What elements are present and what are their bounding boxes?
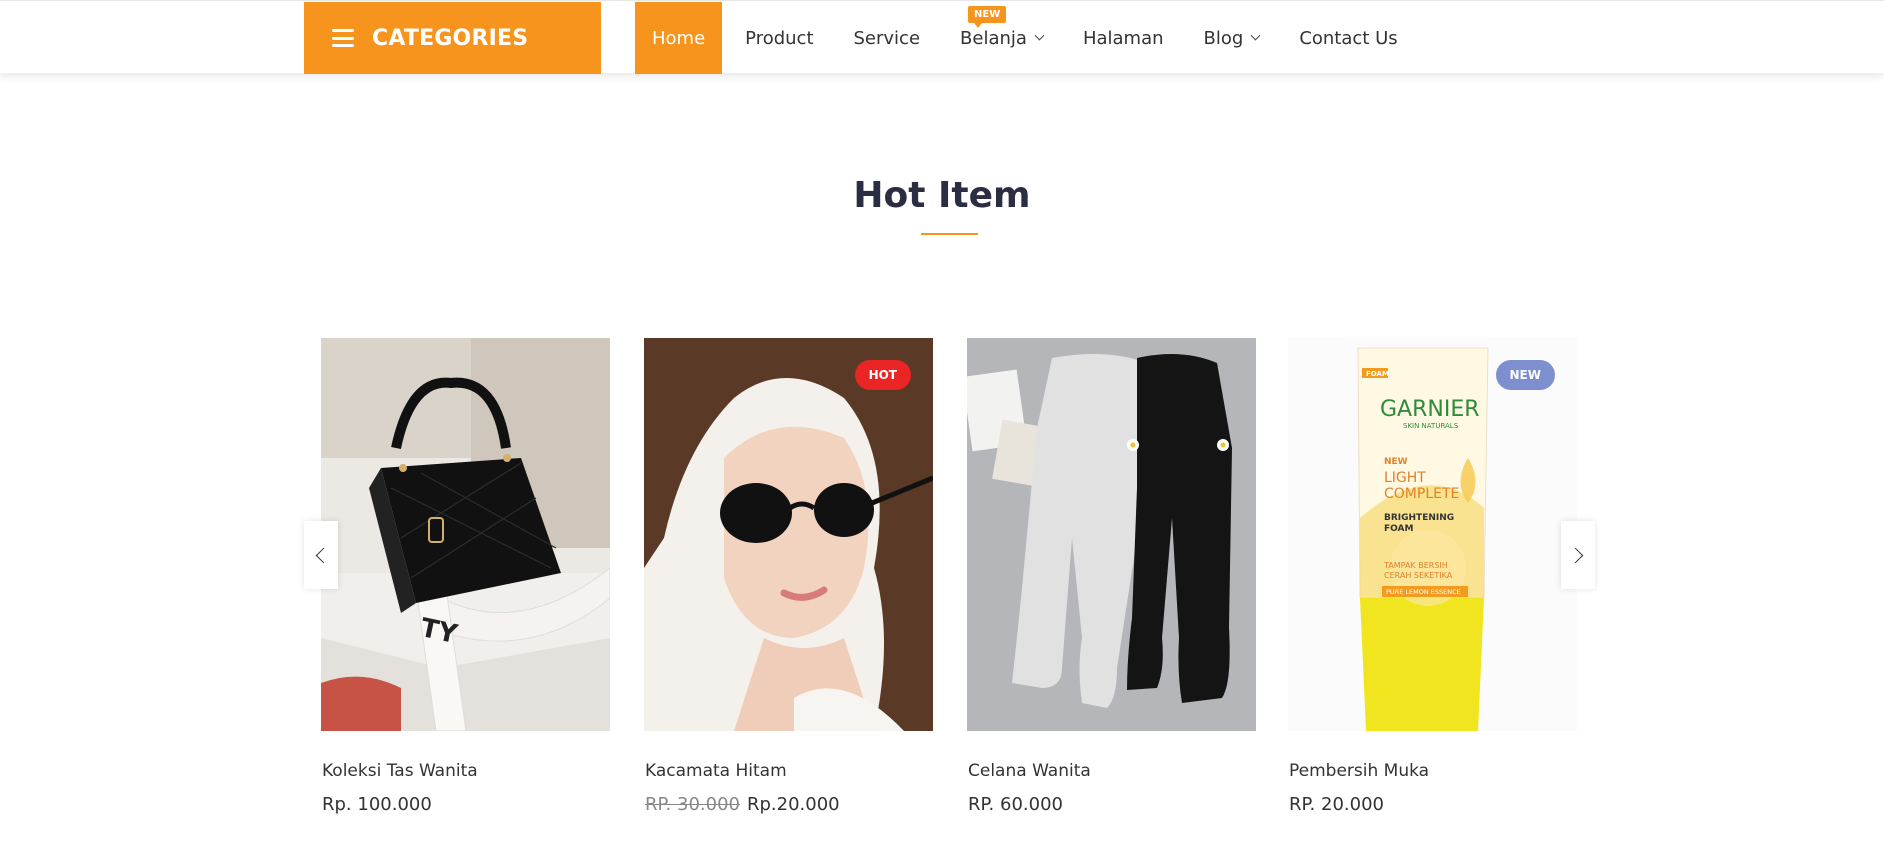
main-nav: Home Product Service NEW Belanja Halaman… [635,2,1398,74]
price-current: RP. 60.000 [968,794,1063,815]
product-card[interactable]: FOAM GARNIER SKIN NATURALS NEW LIGHT COM… [1288,338,1577,815]
title-underline [921,233,978,235]
nav-home-label: Home [652,27,706,49]
hot-badge: HOT [854,360,911,390]
nav-contact[interactable]: Contact Us [1299,2,1397,74]
slider-prev-button[interactable] [304,521,338,589]
nav-blog[interactable]: Blog [1203,2,1261,74]
svg-text:FOAM: FOAM [1366,370,1389,378]
svg-text:COMPLETE: COMPLETE [1384,486,1459,502]
slider-next-button[interactable] [1561,521,1595,589]
hamburger-menu-icon [332,29,354,47]
product-image[interactable]: HOT [644,338,933,731]
price-current: Rp.20.000 [746,794,840,815]
nav-home[interactable]: Home [635,2,723,74]
product-name[interactable]: Celana Wanita [968,761,1091,781]
chevron-right-icon [1567,547,1584,563]
svg-text:GARNIER: GARNIER [1380,397,1480,422]
product-image[interactable] [967,338,1256,731]
product-card[interactable]: HOT Kacamata Hitam RP. 30.000 Rp.20.000 [644,338,933,815]
categories-label: CATEGORIES [372,25,529,51]
product-price: Rp. 100.000 [322,794,432,815]
product-price: RP. 30.000 Rp.20.000 [645,794,840,815]
svg-text:SKIN NATURALS: SKIN NATURALS [1403,422,1459,430]
svg-text:LIGHT: LIGHT [1384,470,1426,486]
nav-product-label: Product [745,27,814,49]
pants-image [967,338,1256,731]
nav-service-label: Service [853,27,921,49]
nav-belanja-label: Belanja [960,27,1027,49]
svg-text:NEW: NEW [1384,457,1408,467]
facewash-image: FOAM GARNIER SKIN NATURALS NEW LIGHT COM… [1288,338,1577,731]
chevron-left-icon [315,547,332,563]
nav-blog-label: Blog [1203,27,1244,49]
section-title: Hot Item [853,175,1031,216]
product-image[interactable]: FOAM GARNIER SKIN NATURALS NEW LIGHT COM… [1288,338,1577,731]
nav-product[interactable]: Product [745,2,813,74]
product-image[interactable]: TY [321,338,610,731]
chevron-down-icon [1250,30,1261,41]
svg-text:CERAH SEKETIKA: CERAH SEKETIKA [1384,571,1453,580]
product-price: RP. 20.000 [1289,794,1384,815]
svg-text:FOAM: FOAM [1384,524,1414,534]
svg-text:BRIGHTENING: BRIGHTENING [1384,513,1454,523]
product-name[interactable]: Pembersih Muka [1289,761,1429,781]
product-card[interactable]: Celana Wanita RP. 60.000 [967,338,1256,815]
product-price: RP. 60.000 [968,794,1063,815]
nav-contact-label: Contact Us [1299,27,1398,49]
product-card[interactable]: TY Koleksi Tas Wanita Rp. 100.000 [321,338,610,815]
nav-halaman-label: Halaman [1082,27,1164,49]
site-header: CATEGORIES Home Product Service NEW Bela… [0,0,1884,74]
nav-belanja[interactable]: NEW Belanja [960,2,1045,74]
chevron-down-icon [1034,30,1045,41]
price-old: RP. 30.000 [645,794,740,815]
sunglasses-model-image [644,338,933,731]
handbag-image: TY [321,338,610,731]
price-current: RP. 20.000 [1289,794,1384,815]
nav-halaman[interactable]: Halaman [1083,2,1164,74]
new-badge: NEW [968,6,1007,28]
product-name[interactable]: Koleksi Tas Wanita [322,761,478,781]
nav-service[interactable]: Service [854,2,921,74]
price-current: Rp. 100.000 [322,794,432,815]
product-name[interactable]: Kacamata Hitam [645,761,787,781]
svg-text:TAMPAK BERSIH: TAMPAK BERSIH [1383,561,1448,570]
new-badge: NEW [1495,360,1555,390]
svg-text:PURE LEMON ESSENCE: PURE LEMON ESSENCE [1386,588,1461,596]
categories-button[interactable]: CATEGORIES [304,2,601,74]
